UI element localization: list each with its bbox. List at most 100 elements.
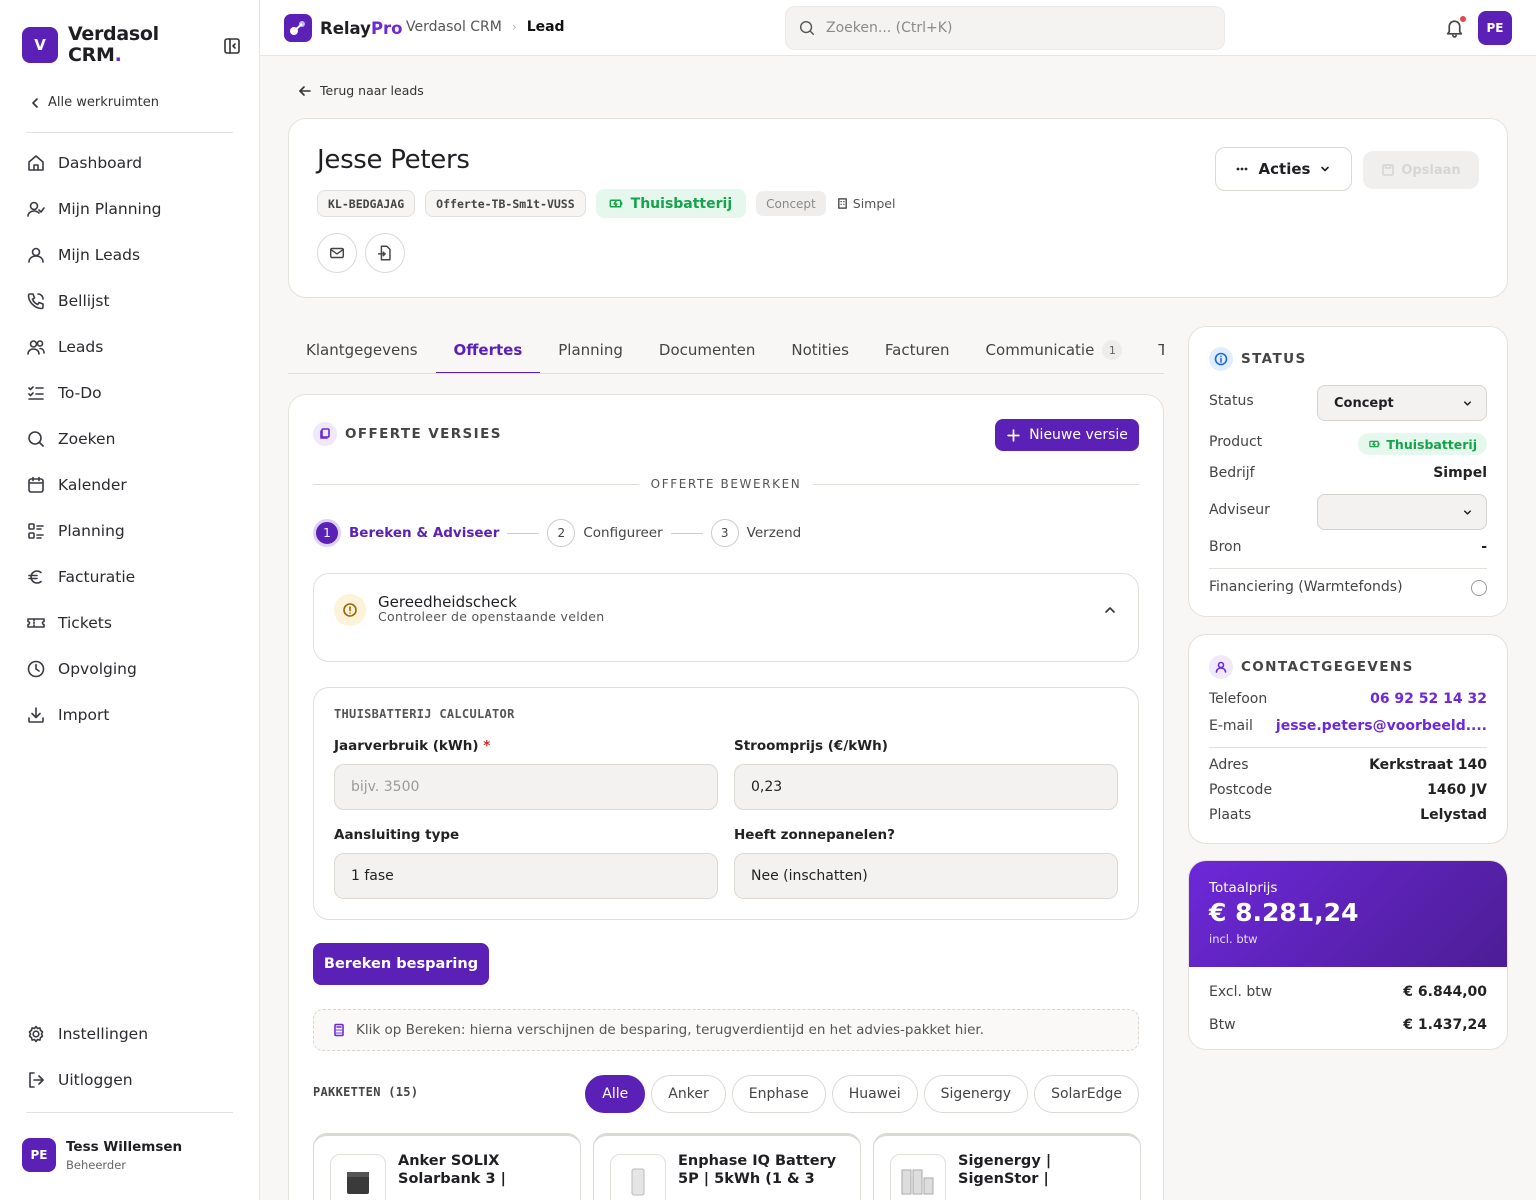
nav-item-kalender[interactable]: Kalender [26,462,236,508]
offerte-card: OFFERTE VERSIES Nieuwe versie OFFERTE BE… [288,394,1164,1200]
filter-anker[interactable]: Anker [651,1075,726,1113]
contact-title-label: CONTACTGEGEVENS [1241,659,1414,675]
status-select[interactable]: Concept [1317,385,1487,421]
financiering-radio[interactable] [1471,580,1487,596]
customer-id-chip[interactable]: KL-BEDGAJAG [317,190,416,217]
nav-label: Kalender [58,476,127,494]
aansluiting-label: Aansluiting type [334,827,460,843]
filter-sigenergy[interactable]: Sigenergy [923,1075,1029,1113]
step-2-label[interactable]: Configureer [583,525,662,541]
tab-planning[interactable]: Planning [540,326,641,373]
user-profile[interactable]: PE Tess Willemsen Beheerder [22,1138,182,1172]
step-2-number[interactable]: 2 [547,519,576,547]
package-card[interactable]: Anker SOLIX Solarbank 3 | B2700... [313,1133,581,1200]
quote-id-chip[interactable]: Offerte-TB-Sm1t-VUSS [425,190,586,217]
filter-enphase[interactable]: Enphase [731,1075,826,1113]
email-button[interactable] [317,233,357,273]
save-icon [1382,164,1395,176]
chevron-up-icon[interactable] [1102,602,1118,618]
jaarverbruik-input[interactable]: bijv. 3500 [334,764,718,810]
nav-item-instellingen[interactable]: Instellingen [26,1011,236,1057]
nav-item-uitloggen[interactable]: Uitloggen [26,1057,236,1103]
collapse-sidebar-icon[interactable] [222,36,242,56]
brand-name: Verdasol CRM. [68,23,159,66]
home-icon [28,155,44,171]
step-1-label[interactable]: Bereken & Adviseer [349,525,499,541]
step-3-label[interactable]: Verzend [747,525,802,541]
breadcrumb-current: Lead [526,19,565,35]
relay-logo-icon [284,14,312,42]
nav-item-planning[interactable]: Planning [26,508,236,554]
package-card[interactable]: Sigenergy | SigenStor | Batterij... [873,1133,1141,1200]
all-workspaces-link[interactable]: Alle werkruimten [28,95,159,110]
calculator-title: THUISBATTERIJ CALCULATOR [334,707,515,721]
total-value: € 8.281,24 [1209,898,1359,927]
nav-item-facturatie[interactable]: Facturatie [26,554,236,600]
excl-value: € 6.844,00 [1403,984,1487,1000]
nav-label: Opvolging [58,660,137,678]
search-input[interactable]: Zoeken... (Ctrl+K) [785,6,1225,50]
filter-alle[interactable]: Alle [585,1075,646,1113]
chevron-left-icon [32,97,38,108]
divider [26,1112,233,1113]
sidebar-bottom-nav: Instellingen Uitloggen [26,1011,236,1103]
package-name: Enphase IQ Battery 5P | 5kWh (1 & 3 fase… [678,1153,837,1190]
brand[interactable]: V Verdasol CRM. [22,24,178,66]
nav-label: Bellijst [58,292,110,310]
tab-offertes[interactable]: Offertes [435,326,541,373]
phone-link[interactable]: 06 92 52 14 32 [1370,691,1487,707]
alert-circle-icon [334,594,366,626]
package-name: Anker SOLIX Solarbank 3 | B2700... [398,1153,506,1190]
product-image [330,1154,386,1200]
nav-item-mijn-planning[interactable]: Mijn Planning [26,186,236,232]
nav-item-to-do[interactable]: To-Do [26,370,236,416]
new-version-button[interactable]: Nieuwe versie [995,419,1139,451]
tab-klantgegevens[interactable]: Klantgegevens [288,326,436,373]
document-button[interactable] [365,233,405,273]
nav-item-zoeken[interactable]: Zoeken [26,416,236,462]
versions-icon [313,422,337,446]
sidebar: V Verdasol CRM. Alle werkruimten Dashboa… [0,0,260,1200]
chevron-down-icon [1463,509,1472,515]
readiness-check-panel[interactable]: Gereedheidscheck Controleer de openstaan… [313,573,1139,662]
euro-icon [28,570,42,584]
adres-label: Adres [1209,757,1249,773]
plus-icon [1007,428,1020,442]
back-to-leads-link[interactable]: Terug naar leads [298,83,424,98]
package-card[interactable]: Enphase IQ Battery 5P | 5kWh (1 & 3 fase… [593,1133,861,1200]
product-value: Thuisbatterij [1386,436,1477,452]
nav-item-leads[interactable]: Leads [26,324,236,370]
status-select-value: Concept [1334,395,1394,411]
adviseur-select[interactable] [1317,494,1487,530]
email-link[interactable]: jesse.peters@voorbeeld.... [1276,718,1487,734]
step-3-number[interactable]: 3 [710,519,739,547]
breadcrumb-item[interactable]: Verdasol CRM [406,19,502,35]
filter-solaredge[interactable]: SolarEdge [1034,1075,1139,1113]
nav-item-mijn-leads[interactable]: Mijn Leads [26,232,236,278]
nav-item-import[interactable]: Import [26,692,236,738]
avatar: PE [22,1138,56,1172]
nav-item-opvolging[interactable]: Opvolging [26,646,236,692]
stroomprijs-input[interactable]: 0,23 [734,764,1118,810]
nav-item-tickets[interactable]: Tickets [26,600,236,646]
mail-icon [329,247,345,259]
aansluiting-select[interactable]: 1 fase [334,853,718,899]
tab-communicatie[interactable]: Communicatie 1 [968,326,1141,373]
avatar[interactable]: PE [1478,11,1512,45]
bereken-button[interactable]: Bereken besparing [313,943,489,985]
zonnepanelen-select[interactable]: Nee (inschatten) [734,853,1118,899]
tab-notities[interactable]: Notities [773,326,867,373]
tab-documenten[interactable]: Documenten [641,326,773,373]
save-button[interactable]: Opslaan [1363,151,1479,189]
acties-button[interactable]: Acties [1215,147,1352,191]
step-1-number[interactable]: 1 [313,519,341,547]
battery-icon [609,199,622,208]
app-logo[interactable]: RelayPro [284,14,403,42]
tab-facturen[interactable]: Facturen [867,326,968,373]
nav-item-bellijst[interactable]: Bellijst [26,278,236,324]
building-icon [837,198,847,209]
nav-item-dashboard[interactable]: Dashboard [26,140,236,186]
filter-huawei[interactable]: Huawei [831,1075,918,1113]
search-placeholder: Zoeken... (Ctrl+K) [826,20,953,36]
tab-to-do[interactable]: To-do [1140,326,1164,373]
